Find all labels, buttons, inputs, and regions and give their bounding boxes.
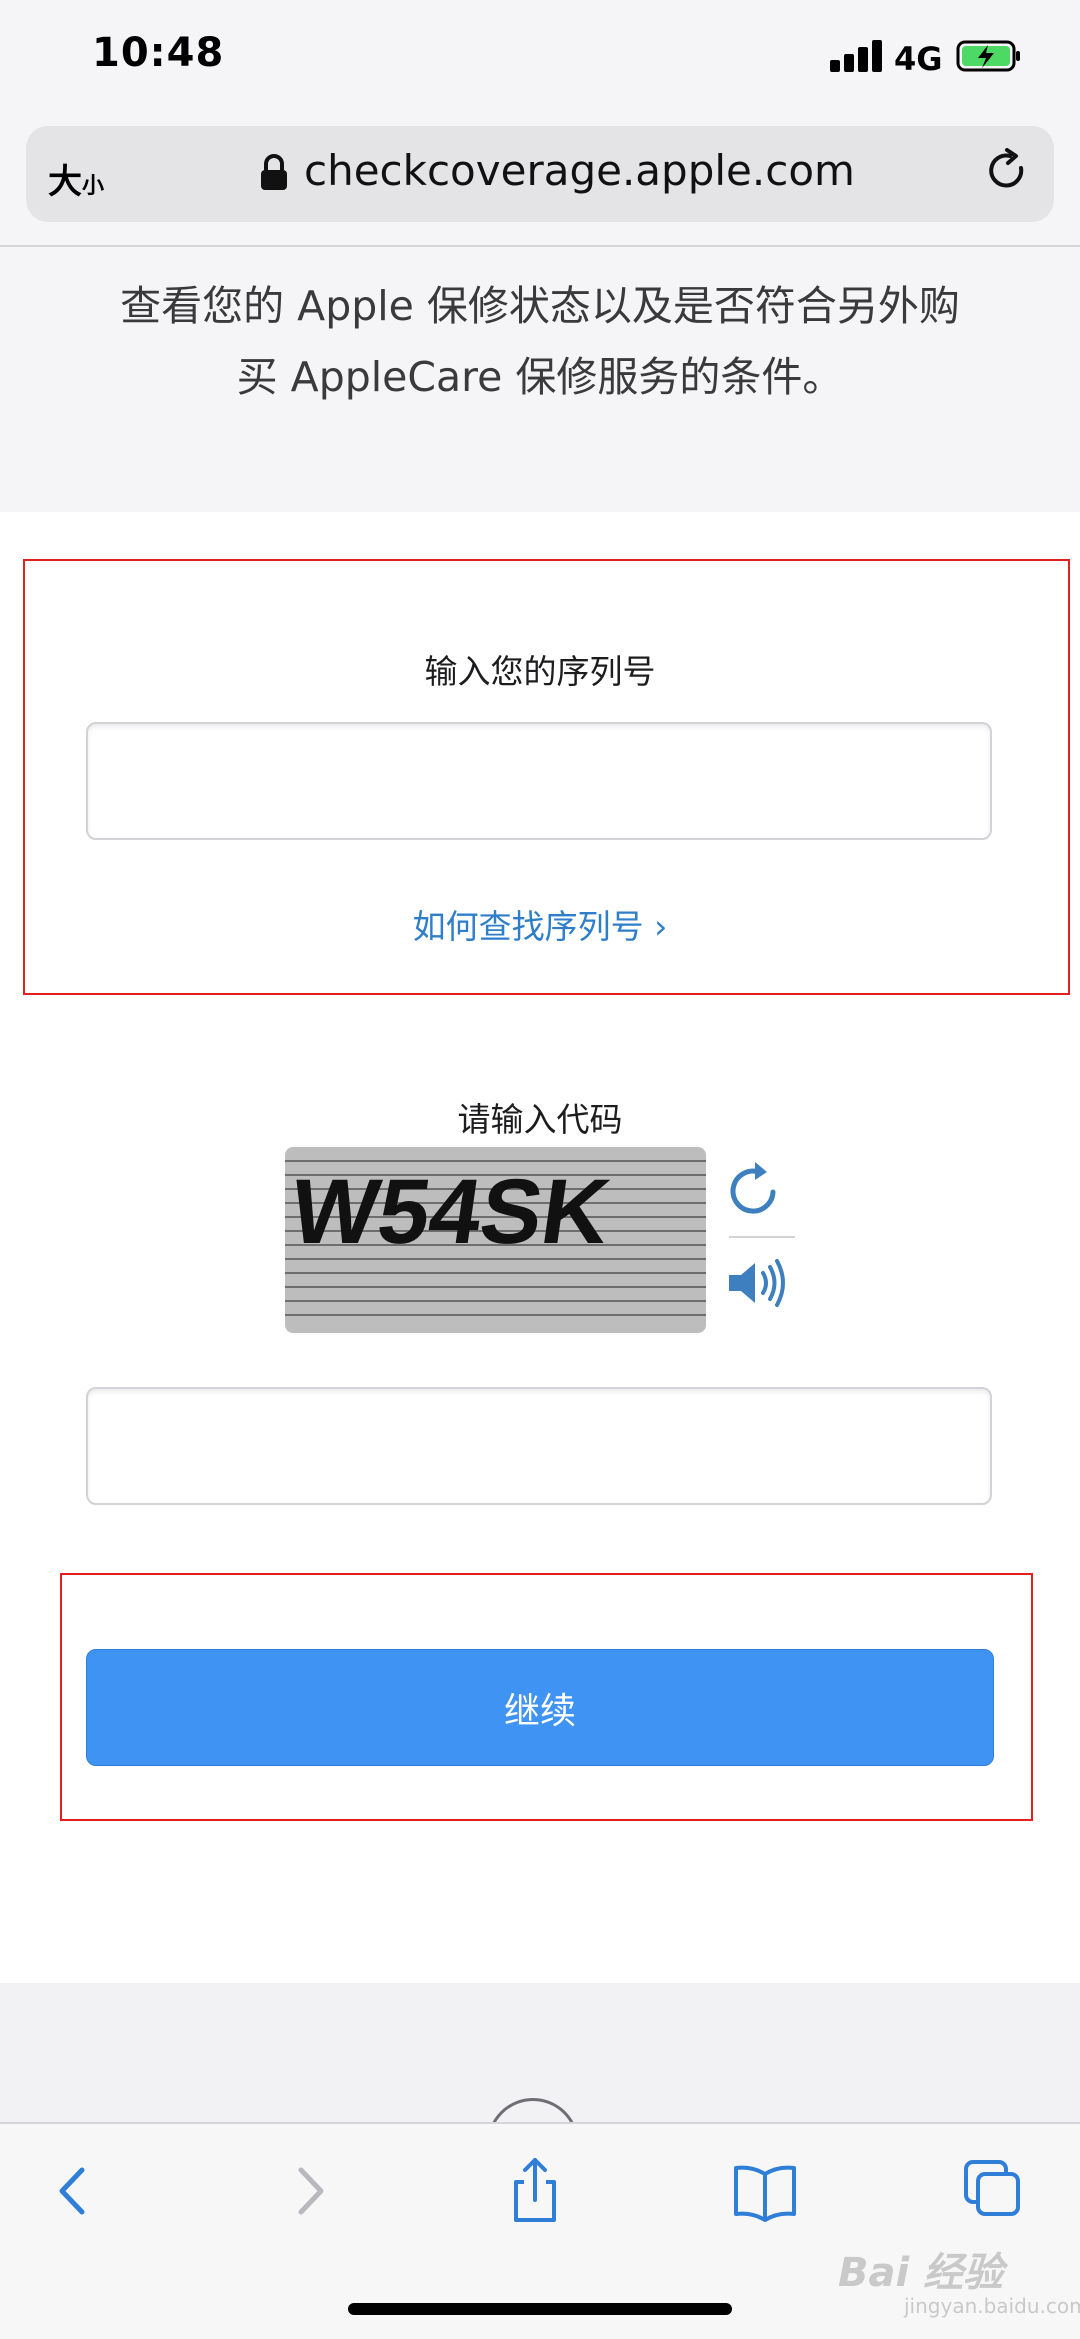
audio-captcha-icon[interactable] [725, 1255, 787, 1311]
tabs-icon[interactable] [958, 2156, 1028, 2226]
back-icon[interactable] [40, 2156, 110, 2226]
text-size-small-label: 小 [82, 174, 105, 199]
captcha-code-input[interactable] [86, 1387, 992, 1505]
baidu-watermark-url: jingyan.baidu.com [904, 2294, 1080, 2318]
captcha-label: 请输入代码 [457, 1100, 623, 1139]
url-text[interactable]: checkcoverage.apple.com [304, 146, 855, 195]
refresh-captcha-icon[interactable] [725, 1160, 785, 1220]
text-size-large-label: 大 [48, 162, 82, 202]
home-indicator [348, 2303, 732, 2315]
network-type: 4G [894, 40, 943, 78]
captcha-image: W54SK [285, 1147, 706, 1333]
bookmarks-icon[interactable] [730, 2156, 800, 2226]
intro-text-line-2: 买 AppleCare 保修服务的条件。 [236, 353, 844, 401]
baidu-watermark: Bai 经验 [838, 2250, 1004, 2296]
intro-text-line-1: 查看您的 Apple 保修状态以及是否符合另外购 [120, 282, 960, 330]
lock-icon [261, 154, 287, 190]
annotation-box-serial [23, 559, 1070, 995]
annotation-box-continue [60, 1573, 1033, 1821]
forward-icon[interactable] [273, 2156, 343, 2226]
captcha-text: W54SK [285, 1159, 616, 1262]
reload-icon[interactable] [985, 148, 1031, 194]
signal-icon [830, 40, 884, 72]
status-time: 10:48 [92, 30, 225, 76]
captcha-divider [729, 1236, 795, 1238]
share-icon[interactable] [500, 2156, 570, 2226]
text-size-button[interactable]: 大小 [48, 154, 104, 203]
battery-icon [956, 40, 1020, 72]
